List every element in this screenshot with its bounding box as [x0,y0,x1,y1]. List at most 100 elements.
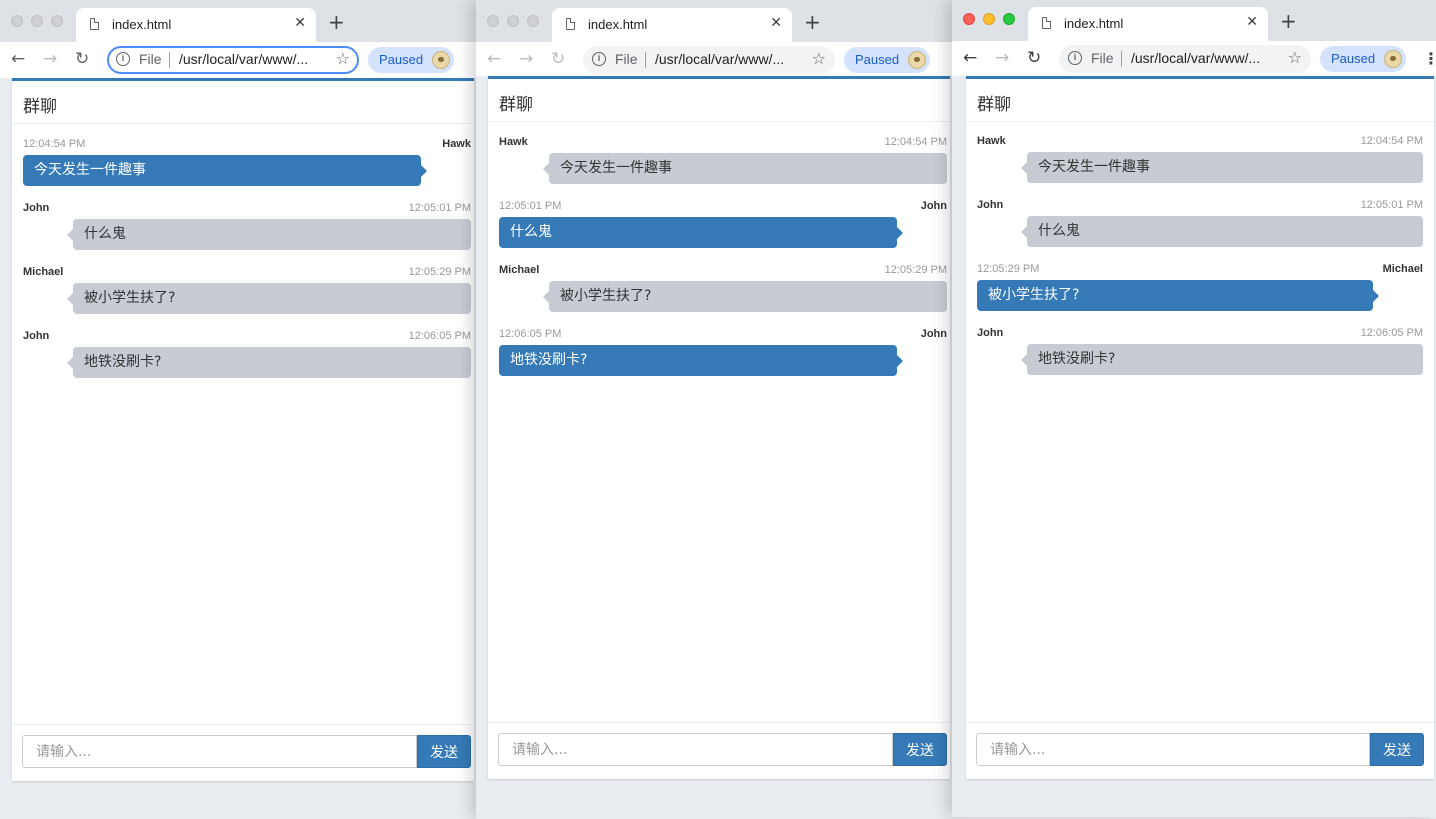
back-button[interactable]: ← [11,49,25,69]
message-bubble: 什么鬼 [67,219,471,250]
address-scheme: File [615,51,638,67]
header-divider [12,123,474,124]
menu-icon[interactable]: ⋮ [1423,49,1436,68]
message-time: 12:06:05 PM [408,330,471,342]
reload-button[interactable]: ↻ [551,49,565,69]
close-window-button[interactable] [487,15,499,27]
message-input[interactable] [22,735,417,768]
tab-strip: index.html ✕ + [0,0,476,42]
star-icon[interactable]: ☆ [812,49,826,68]
forward-button[interactable]: → [519,49,533,69]
address-bar[interactable]: i File /usr/local/var/www/... ☆ [107,46,359,74]
footer-divider [12,724,474,725]
file-icon [1042,17,1051,29]
message-item: 12:06:05 PM John 地铁没刷卡? [499,328,947,392]
address-url[interactable]: /usr/local/var/www/... [1131,50,1260,66]
message-item: 12:05:29 PM Michael 被小学生扶了? [977,263,1423,327]
info-icon[interactable]: i [1068,51,1082,65]
message-input[interactable] [976,733,1370,766]
browser-toolbar: ← → ↻ i File /usr/local/var/www/... ☆ Pa… [476,42,952,78]
tab-close-icon[interactable]: ✕ [294,15,306,31]
close-window-button[interactable] [963,13,975,25]
message-item: John 12:06:05 PM 地铁没刷卡? [23,330,471,394]
message-bubble: 被小学生扶了? [67,283,471,314]
back-button[interactable]: ← [487,49,501,69]
message-meta: John 12:06:05 PM [23,330,471,344]
info-icon[interactable]: i [116,52,130,66]
message-input[interactable] [498,733,893,766]
tab-close-icon[interactable]: ✕ [770,15,782,31]
new-tab-button[interactable]: + [328,12,345,32]
message-time: 12:04:54 PM [1360,135,1423,147]
message-meta: 12:04:54 PM Hawk [23,138,471,152]
message-sender: John [920,200,947,212]
minimize-window-button[interactable] [31,15,43,27]
message-time: 12:05:01 PM [499,200,562,212]
browser-window-2: index.html ✕ + ← → ↻ i File /usr/local/v… [476,0,952,819]
profile-paused-chip[interactable]: Paused [844,47,930,73]
send-button[interactable]: 发送 [417,735,471,768]
chat-title: 群聊 [977,95,1011,115]
message-sender: Hawk [499,136,528,148]
forward-button[interactable]: → [43,49,57,69]
chat-panel: 群聊 Hawk 12:04:54 PM 今天发生一件趣事 12:05:01 PM… [488,76,950,779]
profile-avatar-icon [1384,50,1402,68]
profile-paused-chip[interactable]: Paused [368,47,454,73]
message-time: 12:05:29 PM [408,266,471,278]
address-bar[interactable]: i File /usr/local/var/www/... ☆ [1059,45,1311,73]
address-bar[interactable]: i File /usr/local/var/www/... ☆ [583,46,835,74]
profile-avatar-icon [432,51,450,69]
page-content: 群聊 Hawk 12:04:54 PM 今天发生一件趣事 John 12:05:… [952,76,1436,817]
reload-button[interactable]: ↻ [1027,48,1041,68]
tab-close-icon[interactable]: ✕ [1246,14,1258,30]
info-icon[interactable]: i [592,52,606,66]
new-tab-button[interactable]: + [1280,11,1297,31]
reload-button[interactable]: ↻ [75,49,89,69]
message-sender: Hawk [442,138,471,150]
minimize-window-button[interactable] [983,13,995,25]
message-meta: Hawk 12:04:54 PM [977,135,1423,149]
paused-label: Paused [379,52,424,67]
minimize-window-button[interactable] [507,15,519,27]
message-sender: Michael [1382,263,1423,275]
star-icon[interactable]: ☆ [1288,48,1302,67]
tab-index-html[interactable]: index.html ✕ [76,8,316,42]
header-divider [488,121,950,122]
send-button[interactable]: 发送 [1370,733,1424,766]
star-icon[interactable]: ☆ [336,49,350,68]
tab-index-html[interactable]: index.html ✕ [552,8,792,42]
new-tab-button[interactable]: + [804,12,821,32]
message-bubble: 地铁没刷卡? [499,345,903,376]
message-meta: Hawk 12:04:54 PM [499,136,947,150]
send-button[interactable]: 发送 [893,733,947,766]
message-sender: John [920,328,947,340]
file-icon [90,18,99,30]
message-time: 12:04:54 PM [884,136,947,148]
message-meta: Michael 12:05:29 PM [23,266,471,280]
chat-title: 群聊 [23,97,57,117]
file-icon [566,18,575,30]
tab-index-html[interactable]: index.html ✕ [1028,7,1268,41]
zoom-window-button[interactable] [1003,13,1015,25]
forward-button[interactable]: → [995,48,1009,68]
message-bubble: 今天发生一件趣事 [1021,152,1423,183]
zoom-window-button[interactable] [527,15,539,27]
message-meta: 12:05:01 PM John [499,200,947,214]
profile-paused-chip[interactable]: Paused [1320,46,1406,72]
zoom-window-button[interactable] [51,15,63,27]
chat-panel: 群聊 Hawk 12:04:54 PM 今天发生一件趣事 John 12:05:… [966,76,1434,779]
message-time: 12:04:54 PM [23,138,86,150]
message-time: 12:06:05 PM [1360,327,1423,339]
address-divider [1121,51,1122,67]
address-url[interactable]: /usr/local/var/www/... [655,51,784,67]
back-button[interactable]: ← [963,48,977,68]
close-window-button[interactable] [11,15,23,27]
address-divider [645,52,646,68]
message-sender: John [23,330,50,342]
address-url[interactable]: /usr/local/var/www/... [179,51,308,67]
message-bubble: 地铁没刷卡? [67,347,471,378]
window-controls [11,15,63,27]
footer-divider [966,722,1434,723]
browser-window-1: index.html ✕ + ← → ↻ i File /usr/local/v… [0,0,476,819]
message-item: John 12:05:01 PM 什么鬼 [23,202,471,266]
